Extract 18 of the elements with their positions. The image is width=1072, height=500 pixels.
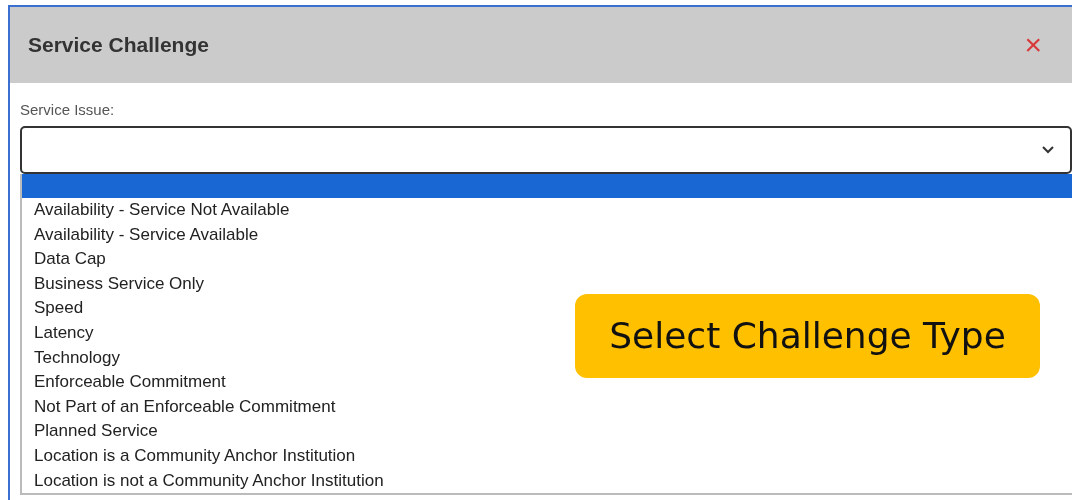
dropdown-option[interactable]: Location is a Community Anchor Institution xyxy=(22,444,356,469)
dropdown-option[interactable]: Not Part of an Enforceable Commitment xyxy=(22,394,336,420)
dropdown-option[interactable]: Planned Service xyxy=(22,419,158,445)
dropdown-option[interactable]: Speed xyxy=(22,296,84,322)
dropdown-option[interactable]: Technology xyxy=(22,345,120,371)
dropdown-option[interactable]: Business Service Only xyxy=(22,271,205,297)
dropdown-option[interactable]: Data Cap xyxy=(22,247,106,272)
dropdown-option[interactable]: Enforceable Commitment xyxy=(22,370,226,395)
dropdown-option[interactable]: Latency xyxy=(22,321,94,346)
dropdown-option[interactable]: Location is not a Community Anchor Institution xyxy=(22,468,384,494)
dropdown-option[interactable]: Availability - Service Available xyxy=(22,222,259,248)
dropdown-option[interactable]: Availability - Service Not Available xyxy=(22,198,290,223)
chevron-down-icon xyxy=(1042,145,1054,154)
service-issue-select[interactable] xyxy=(20,125,1072,174)
callout-label: Select Challenge Type xyxy=(575,294,1040,378)
field-label: Service Issue: xyxy=(20,100,115,120)
dialog-title: Service Challenge xyxy=(28,32,209,59)
dropdown-option[interactable] xyxy=(22,173,1072,199)
